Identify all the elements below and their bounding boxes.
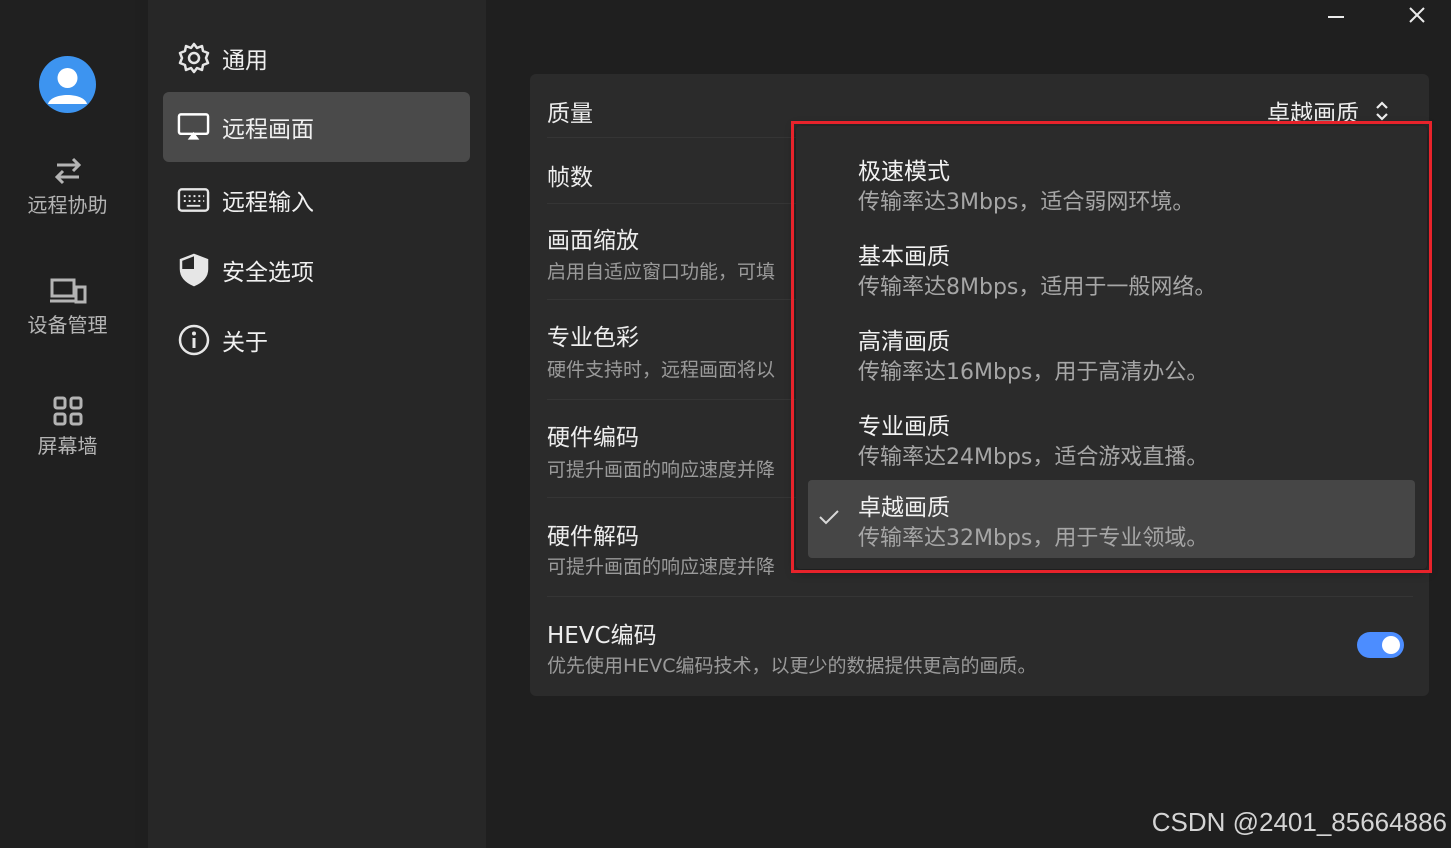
quality-option-hd[interactable]: 高清画质 传输率达16Mbps，用于高清办公。 <box>808 314 1415 392</box>
option-description: 传输率达3Mbps，适合弱网环境。 <box>858 190 1195 215</box>
menu-item-about[interactable]: 关于 <box>163 305 470 375</box>
rail-item-remote-assist[interactable]: 远程协助 <box>0 155 135 218</box>
close-icon <box>1409 7 1425 23</box>
devices-icon <box>49 278 86 304</box>
quality-select[interactable]: 卓越画质 <box>1267 94 1393 128</box>
setting-row-hevc[interactable]: HEVC编码 优先使用HEVC编码技术，以更少的数据提供更高的画质。 <box>547 597 1413 696</box>
quality-option-excellent[interactable]: 卓越画质 传输率达32Mbps，用于专业领域。 <box>808 480 1415 558</box>
rail-item-label: 设备管理 <box>27 313 108 337</box>
rail-item-screen-wall[interactable]: 屏幕墙 <box>0 396 135 459</box>
menu-item-label: 通用 <box>222 48 268 74</box>
user-avatar-icon[interactable] <box>39 56 96 113</box>
setting-title: HEVC编码 <box>547 623 657 649</box>
close-button[interactable] <box>1397 0 1437 30</box>
grid-icon <box>53 396 82 426</box>
info-icon <box>177 324 210 357</box>
setting-description: 优先使用HEVC编码技术，以更少的数据提供更高的画质。 <box>547 655 1037 677</box>
menu-item-remote-display[interactable]: 远程画面 <box>163 92 470 162</box>
setting-title: 画面缩放 <box>547 228 639 254</box>
option-description: 传输率达8Mbps，适用于一般网络。 <box>858 275 1217 300</box>
rail-item-label: 屏幕墙 <box>37 434 98 458</box>
menu-item-label: 关于 <box>222 330 268 356</box>
menu-item-label: 安全选项 <box>222 260 314 286</box>
quality-dropdown: 极速模式 传输率达3Mbps，适合弱网环境。 基本画质 传输率达8Mbps，适用… <box>796 126 1427 569</box>
option-title: 卓越画质 <box>858 495 950 521</box>
toggle-knob <box>1382 636 1400 654</box>
checkmark-icon <box>819 510 839 525</box>
quality-option-pro[interactable]: 专业画质 传输率达24Mbps，适合游戏直播。 <box>808 399 1415 477</box>
menu-item-label: 远程输入 <box>222 190 314 216</box>
option-description: 传输率达16Mbps，用于高清办公。 <box>858 360 1209 385</box>
gear-icon <box>177 42 210 75</box>
menu-item-security-options[interactable]: 安全选项 <box>163 235 470 305</box>
swap-arrows-icon <box>54 157 81 185</box>
rail-item-device-management[interactable]: 设备管理 <box>0 277 135 338</box>
shield-icon <box>177 253 210 287</box>
setting-title: 硬件编码 <box>547 425 639 451</box>
setting-title: 专业色彩 <box>547 325 639 351</box>
setting-description: 可提升画面的响应速度并降 <box>547 556 776 578</box>
keyboard-icon <box>177 184 210 217</box>
settings-menu: 通用 远程画面 远程输入 安全选项 关于 <box>148 0 486 848</box>
minimize-icon <box>1328 16 1344 18</box>
chevron-up-down-icon <box>1376 101 1388 121</box>
menu-item-remote-input[interactable]: 远程输入 <box>163 165 470 235</box>
setting-description: 可提升画面的响应速度并降 <box>547 459 776 481</box>
option-title: 高清画质 <box>858 329 950 355</box>
menu-item-label: 远程画面 <box>222 117 314 143</box>
rail-item-label: 远程协助 <box>27 193 108 217</box>
monitor-icon <box>177 111 210 144</box>
watermark: CSDN @2401_85664886 <box>1151 807 1447 837</box>
icon-rail: 远程协助 设备管理 屏幕墙 <box>0 0 135 848</box>
option-title: 基本画质 <box>858 244 950 270</box>
menu-item-general[interactable]: 通用 <box>163 23 470 93</box>
setting-description: 硬件支持时，远程画面将以 <box>547 359 776 381</box>
hevc-toggle[interactable] <box>1357 632 1404 658</box>
option-title: 专业画质 <box>858 414 950 440</box>
quality-select-value: 卓越画质 <box>1267 101 1359 127</box>
setting-title: 帧数 <box>547 165 593 191</box>
option-description: 传输率达24Mbps，适合游戏直播。 <box>858 445 1209 470</box>
option-description: 传输率达32Mbps，用于专业领域。 <box>858 526 1209 551</box>
minimize-button[interactable] <box>1316 0 1356 30</box>
setting-title: 质量 <box>547 101 593 127</box>
setting-title: 硬件解码 <box>547 524 639 550</box>
setting-description: 启用自适应窗口功能，可填 <box>547 261 776 283</box>
quality-option-speed[interactable]: 极速模式 传输率达3Mbps，适合弱网环境。 <box>808 144 1415 222</box>
option-title: 极速模式 <box>858 159 950 185</box>
quality-option-basic[interactable]: 基本画质 传输率达8Mbps，适用于一般网络。 <box>808 229 1415 307</box>
